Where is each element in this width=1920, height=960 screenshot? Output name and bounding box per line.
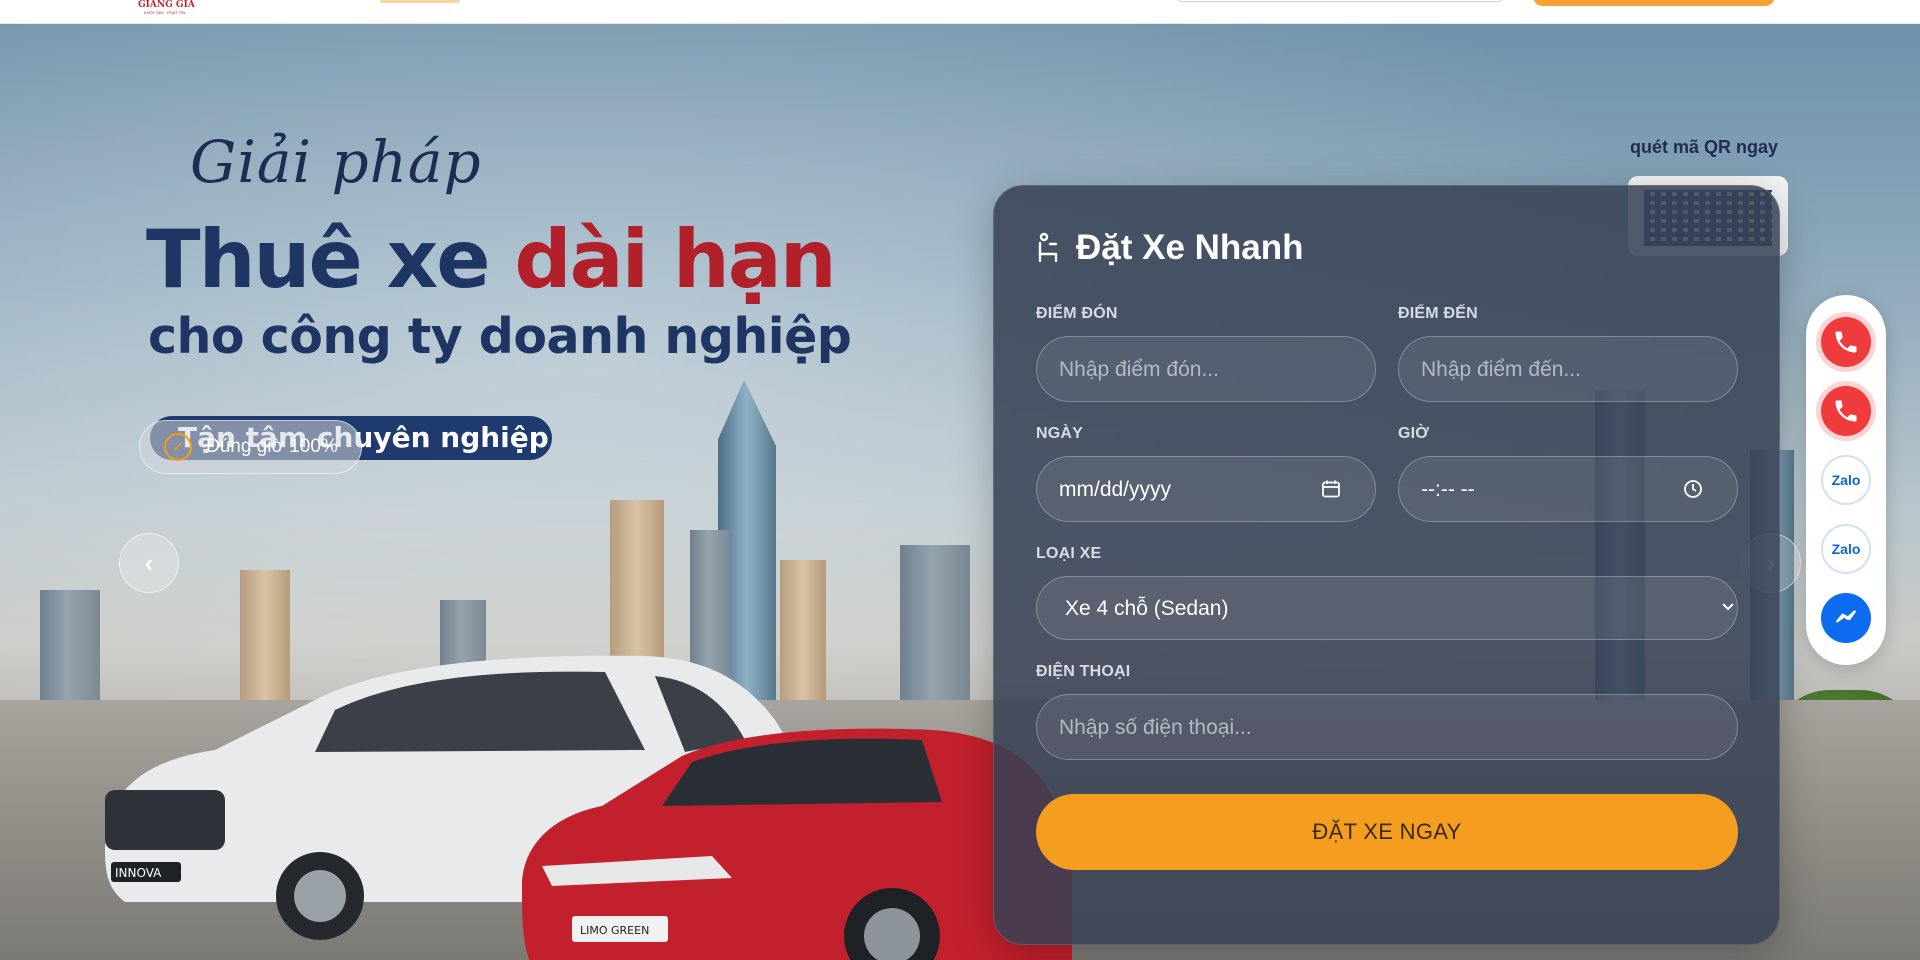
calendar-icon[interactable]: [1321, 479, 1341, 499]
time-label: GIỜ: [1398, 425, 1430, 442]
zalo-button[interactable]: Zalo: [1821, 455, 1871, 505]
hero-script-text: Giải pháp: [190, 128, 482, 196]
nav-active-indicator: [380, 0, 460, 3]
badge-label: Đúng giờ 100%: [206, 436, 338, 457]
headline-part2: dài hạn: [514, 213, 836, 306]
car-plate-white: INNOVA: [115, 866, 162, 880]
check-circle-icon: ✓: [164, 433, 192, 461]
clock-icon[interactable]: [1683, 479, 1703, 499]
chevron-left-icon: ‹: [144, 547, 154, 578]
skyline-building: [900, 545, 970, 710]
zalo-icon: Zalo: [1831, 472, 1861, 488]
header-cta-button[interactable]: [1533, 0, 1775, 6]
pickup-label: ĐIỂM ĐÓN: [1036, 305, 1118, 322]
date-value: mm/dd/yyyy: [1059, 478, 1172, 501]
red-ev-image: LIMO GREEN: [522, 728, 1072, 960]
punctual-badge: ✓ Đúng giờ 100%: [139, 420, 362, 474]
chevron-down-icon: [1722, 603, 1734, 611]
call-button[interactable]: [1821, 386, 1871, 436]
zalo-button[interactable]: Zalo: [1821, 524, 1871, 574]
brand-tagline: KHỞI TÂM · PHÁT TÍN: [144, 10, 186, 15]
pickup-input[interactable]: Nhập điểm đón...: [1036, 336, 1376, 402]
phone-icon: [1835, 400, 1857, 422]
date-input[interactable]: mm/dd/yyyy: [1036, 456, 1376, 522]
zalo-icon: Zalo: [1831, 541, 1861, 557]
contact-rail: Zalo Zalo: [1806, 295, 1886, 665]
car-plate-red: LIMO GREEN: [580, 924, 649, 937]
time-value: --:-- --: [1421, 478, 1475, 501]
car-type-label: LOẠI XE: [1036, 545, 1102, 562]
dropoff-input[interactable]: Nhập điểm đến...: [1398, 336, 1738, 402]
phone-input[interactable]: Nhập số điện thoại...: [1036, 694, 1738, 760]
top-header: GIANG GIA KHỞI TÂM · PHÁT TÍN: [0, 0, 1920, 24]
car-type-select[interactable]: Xe 4 chỗ (Sedan): [1036, 576, 1738, 640]
booking-title-text: Đặt Xe Nhanh: [1076, 228, 1304, 267]
header-search-input[interactable]: [1176, 0, 1504, 2]
headline-part1: Thuê xe: [146, 213, 490, 306]
hero-headline: Thuê xe dài hạn: [146, 213, 837, 306]
quick-booking-card: Đặt Xe Nhanh ĐIỂM ĐÓN Nhập điểm đón... Đ…: [993, 185, 1780, 945]
qr-caption: quét mã QR ngay: [1630, 137, 1779, 157]
phone-label: ĐIỆN THOẠI: [1036, 663, 1131, 680]
hero-subline: cho công ty doanh nghiệp: [148, 308, 852, 365]
messenger-button[interactable]: [1821, 593, 1871, 643]
slider-prev-button[interactable]: ‹: [119, 533, 179, 593]
car-seat-icon: [1038, 232, 1058, 263]
call-button[interactable]: [1821, 317, 1871, 367]
booking-title: Đặt Xe Nhanh: [1036, 228, 1304, 268]
car-type-value: Xe 4 chỗ (Sedan): [1065, 597, 1229, 620]
phone-icon: [1835, 331, 1857, 353]
time-input[interactable]: --:-- --: [1398, 456, 1738, 522]
date-label: NGÀY: [1036, 425, 1084, 442]
book-now-button[interactable]: ĐẶT XE NGAY: [1036, 794, 1738, 870]
messenger-icon: [1836, 610, 1856, 623]
brand-logo[interactable]: GIANG GIA: [138, 0, 195, 10]
dropoff-label: ĐIỂM ĐẾN: [1398, 305, 1478, 322]
